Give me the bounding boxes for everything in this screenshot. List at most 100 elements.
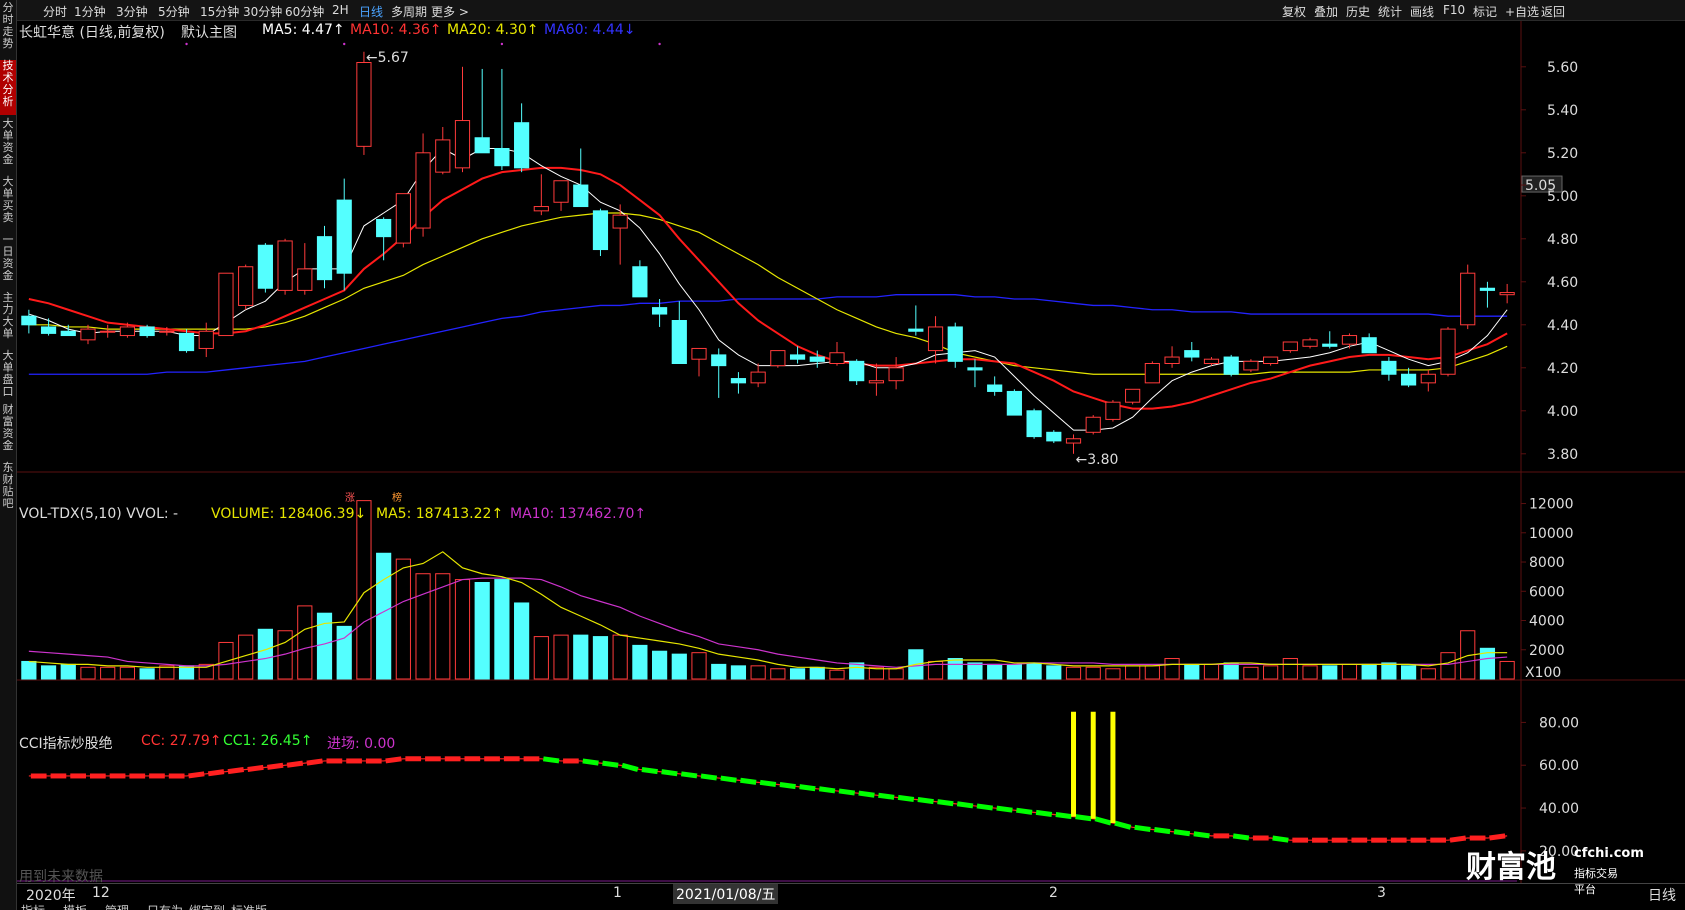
period-tab-0[interactable]: 分时	[43, 3, 67, 20]
volume-bar[interactable]	[435, 573, 451, 680]
candle[interactable]	[1361, 337, 1377, 354]
volume-bar[interactable]	[711, 663, 727, 680]
candle[interactable]	[454, 120, 471, 169]
candle[interactable]	[1381, 360, 1397, 375]
candle[interactable]	[435, 139, 451, 173]
candle[interactable]	[651, 307, 668, 315]
candle[interactable]	[100, 330, 116, 333]
candle[interactable]	[1184, 350, 1200, 358]
candle[interactable]	[849, 360, 865, 382]
candle[interactable]	[1203, 358, 1220, 365]
volume-bar[interactable]	[533, 636, 549, 680]
left-tab-2[interactable]: 大单资金	[0, 118, 16, 173]
period-tab-5[interactable]: 30分钟	[243, 3, 282, 20]
volume-bar[interactable]	[809, 666, 825, 680]
candle[interactable]	[947, 326, 963, 362]
volume-bar[interactable]	[297, 605, 313, 680]
volume-bar[interactable]	[1400, 665, 1417, 680]
volume-bar[interactable]	[198, 663, 214, 680]
candle[interactable]	[967, 367, 983, 371]
period-tab-6[interactable]: 60分钟	[285, 3, 324, 20]
toolbar-button-4[interactable]: 画线	[1410, 3, 1434, 20]
candle[interactable]	[257, 244, 273, 289]
left-tab-8[interactable]: 东财贴吧	[0, 462, 16, 517]
bottom-tab-5[interactable]: 标准版	[231, 902, 267, 910]
period-tab-8[interactable]: 日线	[359, 3, 383, 20]
candle[interactable]	[1105, 401, 1121, 420]
candle[interactable]	[573, 184, 589, 208]
volume-bar[interactable]	[1125, 665, 1141, 680]
volume-bar[interactable]	[474, 582, 490, 680]
candle[interactable]	[297, 268, 313, 291]
candle[interactable]	[514, 122, 530, 169]
candle[interactable]	[1243, 360, 1259, 371]
toolbar-button-2[interactable]: 历史	[1346, 3, 1370, 20]
candle[interactable]	[711, 354, 727, 367]
volume-bar[interactable]	[651, 650, 668, 680]
bottom-tab-3[interactable]: 只有为	[147, 902, 183, 910]
candle[interactable]	[159, 330, 175, 333]
volume-bar[interactable]	[1263, 665, 1279, 680]
candle[interactable]	[1164, 356, 1180, 364]
volume-bar[interactable]	[494, 579, 510, 680]
candle[interactable]	[238, 266, 254, 306]
volume-bar[interactable]	[1085, 666, 1101, 680]
volume-bar[interactable]	[1420, 668, 1436, 680]
candle[interactable]	[1420, 373, 1436, 384]
volume-bar[interactable]	[1006, 663, 1022, 680]
candle[interactable]	[1282, 341, 1298, 352]
volume-bar[interactable]	[888, 668, 904, 680]
candle[interactable]	[1479, 287, 1496, 291]
period-tab-9[interactable]: 多周期	[391, 3, 427, 20]
period-tab-1[interactable]: 1分钟	[74, 3, 106, 20]
left-tab-0[interactable]: 分时走势	[0, 2, 16, 57]
candle[interactable]	[218, 272, 234, 337]
main-indicator-name[interactable]: 默认主图	[181, 22, 237, 42]
candle[interactable]	[494, 148, 510, 167]
candle[interactable]	[1085, 416, 1101, 433]
candle[interactable]	[1341, 335, 1358, 345]
volume-bar[interactable]	[139, 668, 155, 680]
candle[interactable]	[336, 199, 352, 274]
candle[interactable]	[1440, 328, 1456, 375]
candle[interactable]	[1223, 356, 1239, 375]
candle[interactable]	[750, 371, 766, 384]
candle[interactable]	[632, 266, 648, 298]
volume-bar[interactable]	[1144, 665, 1160, 680]
volume-bar[interactable]	[21, 660, 37, 680]
candle[interactable]	[139, 326, 155, 337]
toolbar-button-0[interactable]: 复权	[1282, 3, 1306, 20]
candle[interactable]	[1322, 343, 1338, 347]
volume-bar[interactable]	[1065, 666, 1082, 680]
volume-bar[interactable]	[1322, 665, 1338, 680]
volume-bar[interactable]	[1026, 662, 1042, 680]
candle[interactable]	[1006, 390, 1022, 416]
cci-indicator-name[interactable]: CCI指标炒股绝	[19, 733, 113, 753]
volume-bar[interactable]	[730, 665, 747, 680]
volume-bar[interactable]	[80, 666, 96, 680]
candle[interactable]	[1263, 356, 1279, 364]
volume-bar[interactable]	[60, 663, 76, 680]
candle[interactable]	[612, 214, 628, 229]
candle[interactable]	[40, 326, 57, 334]
toolbar-button-8[interactable]: 返回	[1541, 3, 1565, 20]
candle[interactable]	[789, 354, 806, 360]
period-tab-3[interactable]: 5分钟	[158, 3, 190, 20]
candle[interactable]	[691, 347, 707, 360]
toolbar-button-3[interactable]: 统计	[1378, 3, 1402, 20]
volume-bar[interactable]	[691, 652, 707, 680]
candle[interactable]	[316, 236, 333, 281]
left-tab-7[interactable]: 财富资金	[0, 404, 16, 459]
candle[interactable]	[888, 367, 904, 382]
candle[interactable]	[1125, 388, 1141, 403]
volume-bar[interactable]	[100, 666, 116, 680]
volume-bar[interactable]	[1440, 652, 1456, 680]
volume-bar[interactable]	[789, 668, 806, 680]
candle[interactable]	[119, 326, 136, 337]
candle[interactable]	[356, 62, 372, 147]
bottom-tab-4[interactable]: 绑定到	[189, 902, 225, 910]
candle[interactable]	[60, 330, 76, 337]
volume-bar[interactable]	[1243, 666, 1259, 680]
volume-bar[interactable]	[750, 665, 766, 680]
vol-indicator-name[interactable]: VOL-TDX(5,10) VVOL: -	[19, 506, 178, 522]
